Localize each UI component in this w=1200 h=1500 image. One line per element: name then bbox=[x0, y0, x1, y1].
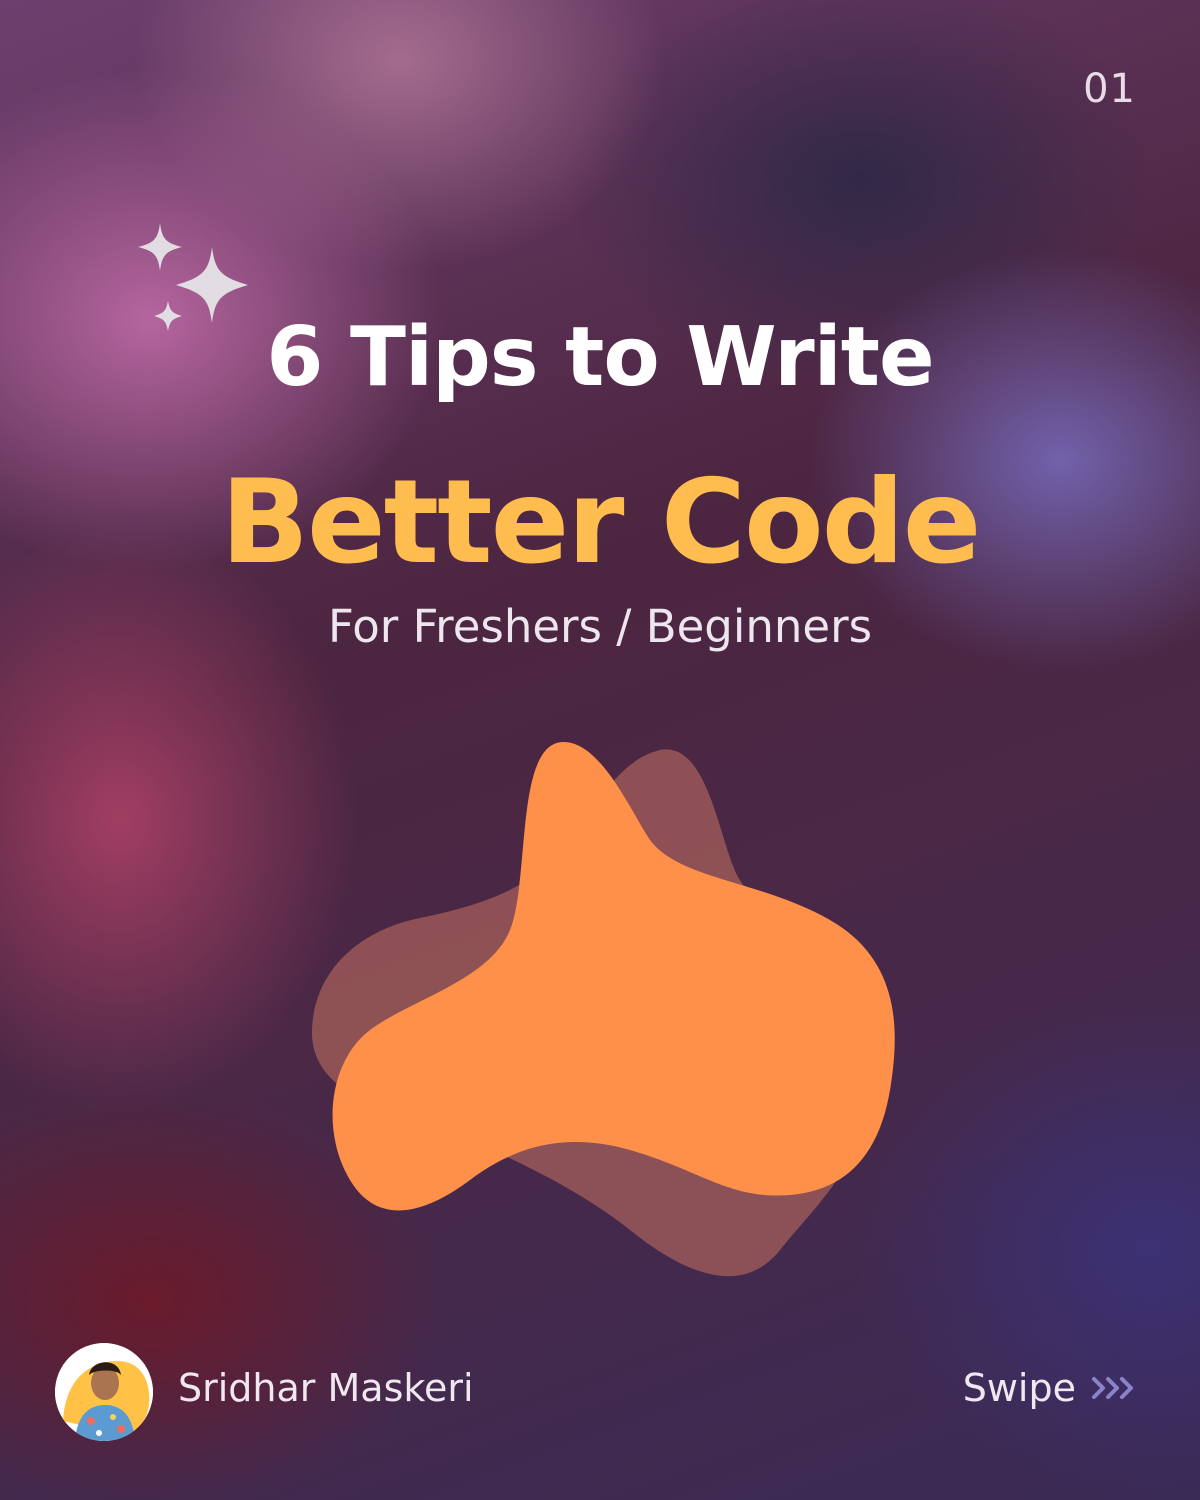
slide-background: 01 6 Tips to Write Better Code For Fresh… bbox=[0, 0, 1200, 1500]
headline-primary: 6 Tips to Write bbox=[266, 310, 934, 405]
headline-highlight: Better Code bbox=[220, 455, 982, 590]
page-number: 01 bbox=[1083, 66, 1136, 112]
swipe-label: Swipe bbox=[962, 1366, 1076, 1410]
avatar bbox=[55, 1343, 153, 1441]
headline-subtitle: For Freshers / Beginners bbox=[327, 600, 873, 653]
triple-chevron-right-icon bbox=[1092, 1377, 1133, 1399]
swipe-indicator[interactable]: Swipe bbox=[963, 1366, 1140, 1410]
decorative-blob bbox=[311, 741, 895, 1277]
author-name: Sridhar Maskeri bbox=[178, 1366, 474, 1410]
